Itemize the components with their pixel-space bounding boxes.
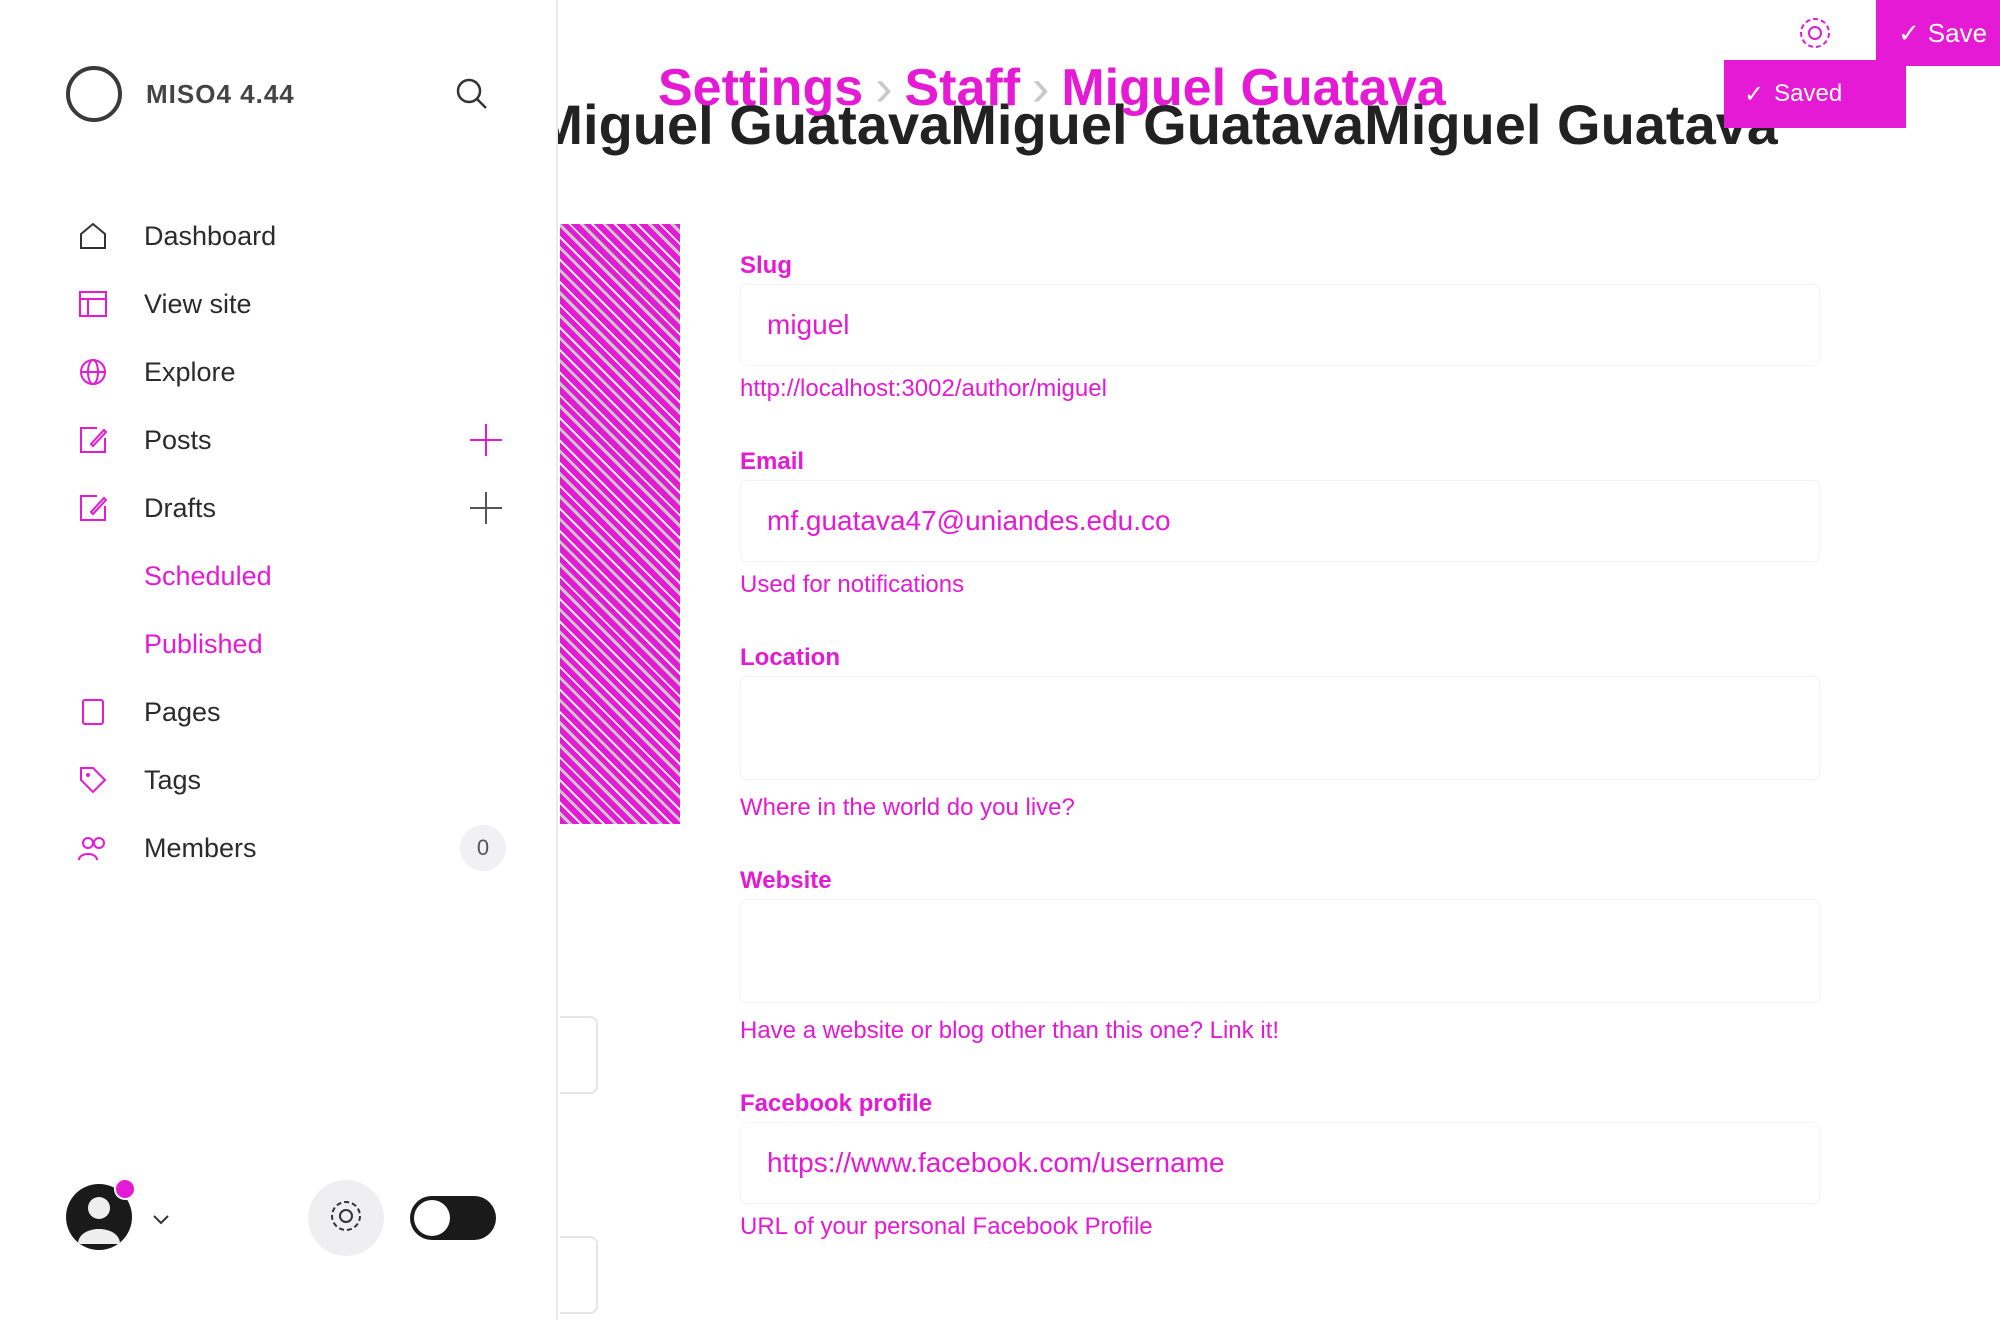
members-count-badge: 0 [460,825,506,871]
members-icon [76,831,110,865]
sidebar-item-members[interactable]: Members 0 [76,814,506,882]
facebook-field: Facebook profile URL of your personal Fa… [740,1086,1820,1262]
sidebar-item-label: Pages [144,696,221,727]
collapse-handle[interactable] [560,1236,598,1314]
brand[interactable]: MISO4 4.44 [66,66,295,122]
website-hint: Have a website or blog other than this o… [740,1017,1279,1044]
breadcrumb-settings[interactable]: Settings [658,59,863,117]
collapse-handle[interactable] [560,1016,598,1094]
search-icon[interactable] [452,74,492,114]
website-field: Website Have a website or blog other tha… [740,863,1820,1066]
home-icon [76,219,110,253]
toggle-knob [414,1200,450,1236]
tag-icon [76,763,110,797]
new-draft-plus-icon[interactable] [466,488,506,528]
location-label: Location [740,644,840,671]
theme-toggle[interactable] [410,1196,496,1240]
slug-label: Slug [740,252,792,279]
slug-hint: http://localhost:3002/author/miguel [740,375,1107,402]
email-field: Email Used for notifications [740,444,1820,620]
sidebar-item-tags[interactable]: Tags [76,746,506,814]
breadcrumb-separator: › [875,59,893,117]
location-input[interactable] [740,676,1820,780]
gear-icon [327,1197,365,1240]
sidebar-item-posts[interactable]: Posts [76,406,506,474]
edit-icon [76,491,110,525]
globe-icon [76,355,110,389]
sidebar-item-view-site[interactable]: View site [76,270,506,338]
slug-field: Slug http://localhost:3002/author/miguel [740,248,1820,424]
website-label: Website [740,867,832,894]
check-icon: ✓ [1898,17,1920,48]
edit-icon [76,423,110,457]
chevron-down-icon[interactable] [150,1208,172,1230]
saved-label: Saved [1774,80,1843,107]
facebook-hint: URL of your personal Facebook Profile [740,1213,1153,1240]
location-field: Location Where in the world do you live? [740,640,1820,843]
main-nav: Dashboard View site Explore Posts Drafts… [76,202,506,882]
breadcrumb-current: Miguel Guatava [1061,59,1446,117]
sidebar-item-scheduled[interactable]: Scheduled [76,542,506,610]
gear-icon[interactable] [1796,14,1834,52]
website-input[interactable] [740,899,1820,1003]
slug-input[interactable] [740,284,1820,366]
sidebar-item-label: Members [144,832,257,863]
facebook-input[interactable] [740,1122,1820,1204]
notification-dot [114,1178,136,1200]
pages-icon [76,695,110,729]
save-label: Save [1927,17,1988,48]
saved-status-badge: ✓ Saved [1724,60,1906,128]
sidebar-item-published[interactable]: Published [76,610,506,678]
breadcrumb-staff[interactable]: Staff [904,59,1020,117]
new-post-plus-icon[interactable] [466,420,506,460]
sidebar-item-label: Tags [144,764,202,795]
check-icon: ✓ [1744,80,1765,108]
sidebar-item-label: Dashboard [144,220,277,251]
sidebar: MISO4 4.44 Dashboard View site Explore P… [0,0,558,1320]
breadcrumb: Settings › Staff › Miguel Guatava [658,58,1446,118]
breadcrumb-separator: › [1032,59,1050,117]
email-input[interactable] [740,480,1820,562]
sidebar-item-explore[interactable]: Explore [76,338,506,406]
sidebar-item-pages[interactable]: Pages [76,678,506,746]
sidebar-item-label: Posts [144,424,212,455]
site-name: MISO4 4.44 [146,78,295,109]
settings-button[interactable] [308,1180,384,1256]
sidebar-item-dashboard[interactable]: Dashboard [76,202,506,270]
sidebar-footer [66,1178,496,1260]
sidebar-item-drafts[interactable]: Drafts [76,474,506,542]
cover-image [560,224,680,824]
email-hint: Used for notifications [740,571,965,598]
sidebar-item-label: View site [144,288,252,319]
location-hint: Where in the world do you live? [740,794,1075,821]
layout-icon [76,287,110,321]
profile-form: Slug http://localhost:3002/author/miguel… [740,248,1820,1262]
sidebar-item-label: Drafts [144,492,217,523]
email-label: Email [740,448,805,475]
main-content: Miguel GuatavaMiguel GuatavaMiguel Guata… [558,0,2000,1320]
facebook-label: Facebook profile [740,1090,933,1117]
sidebar-item-label: Explore [144,356,236,387]
site-logo [66,66,122,122]
save-button[interactable]: ✓ Save [1876,0,2000,66]
